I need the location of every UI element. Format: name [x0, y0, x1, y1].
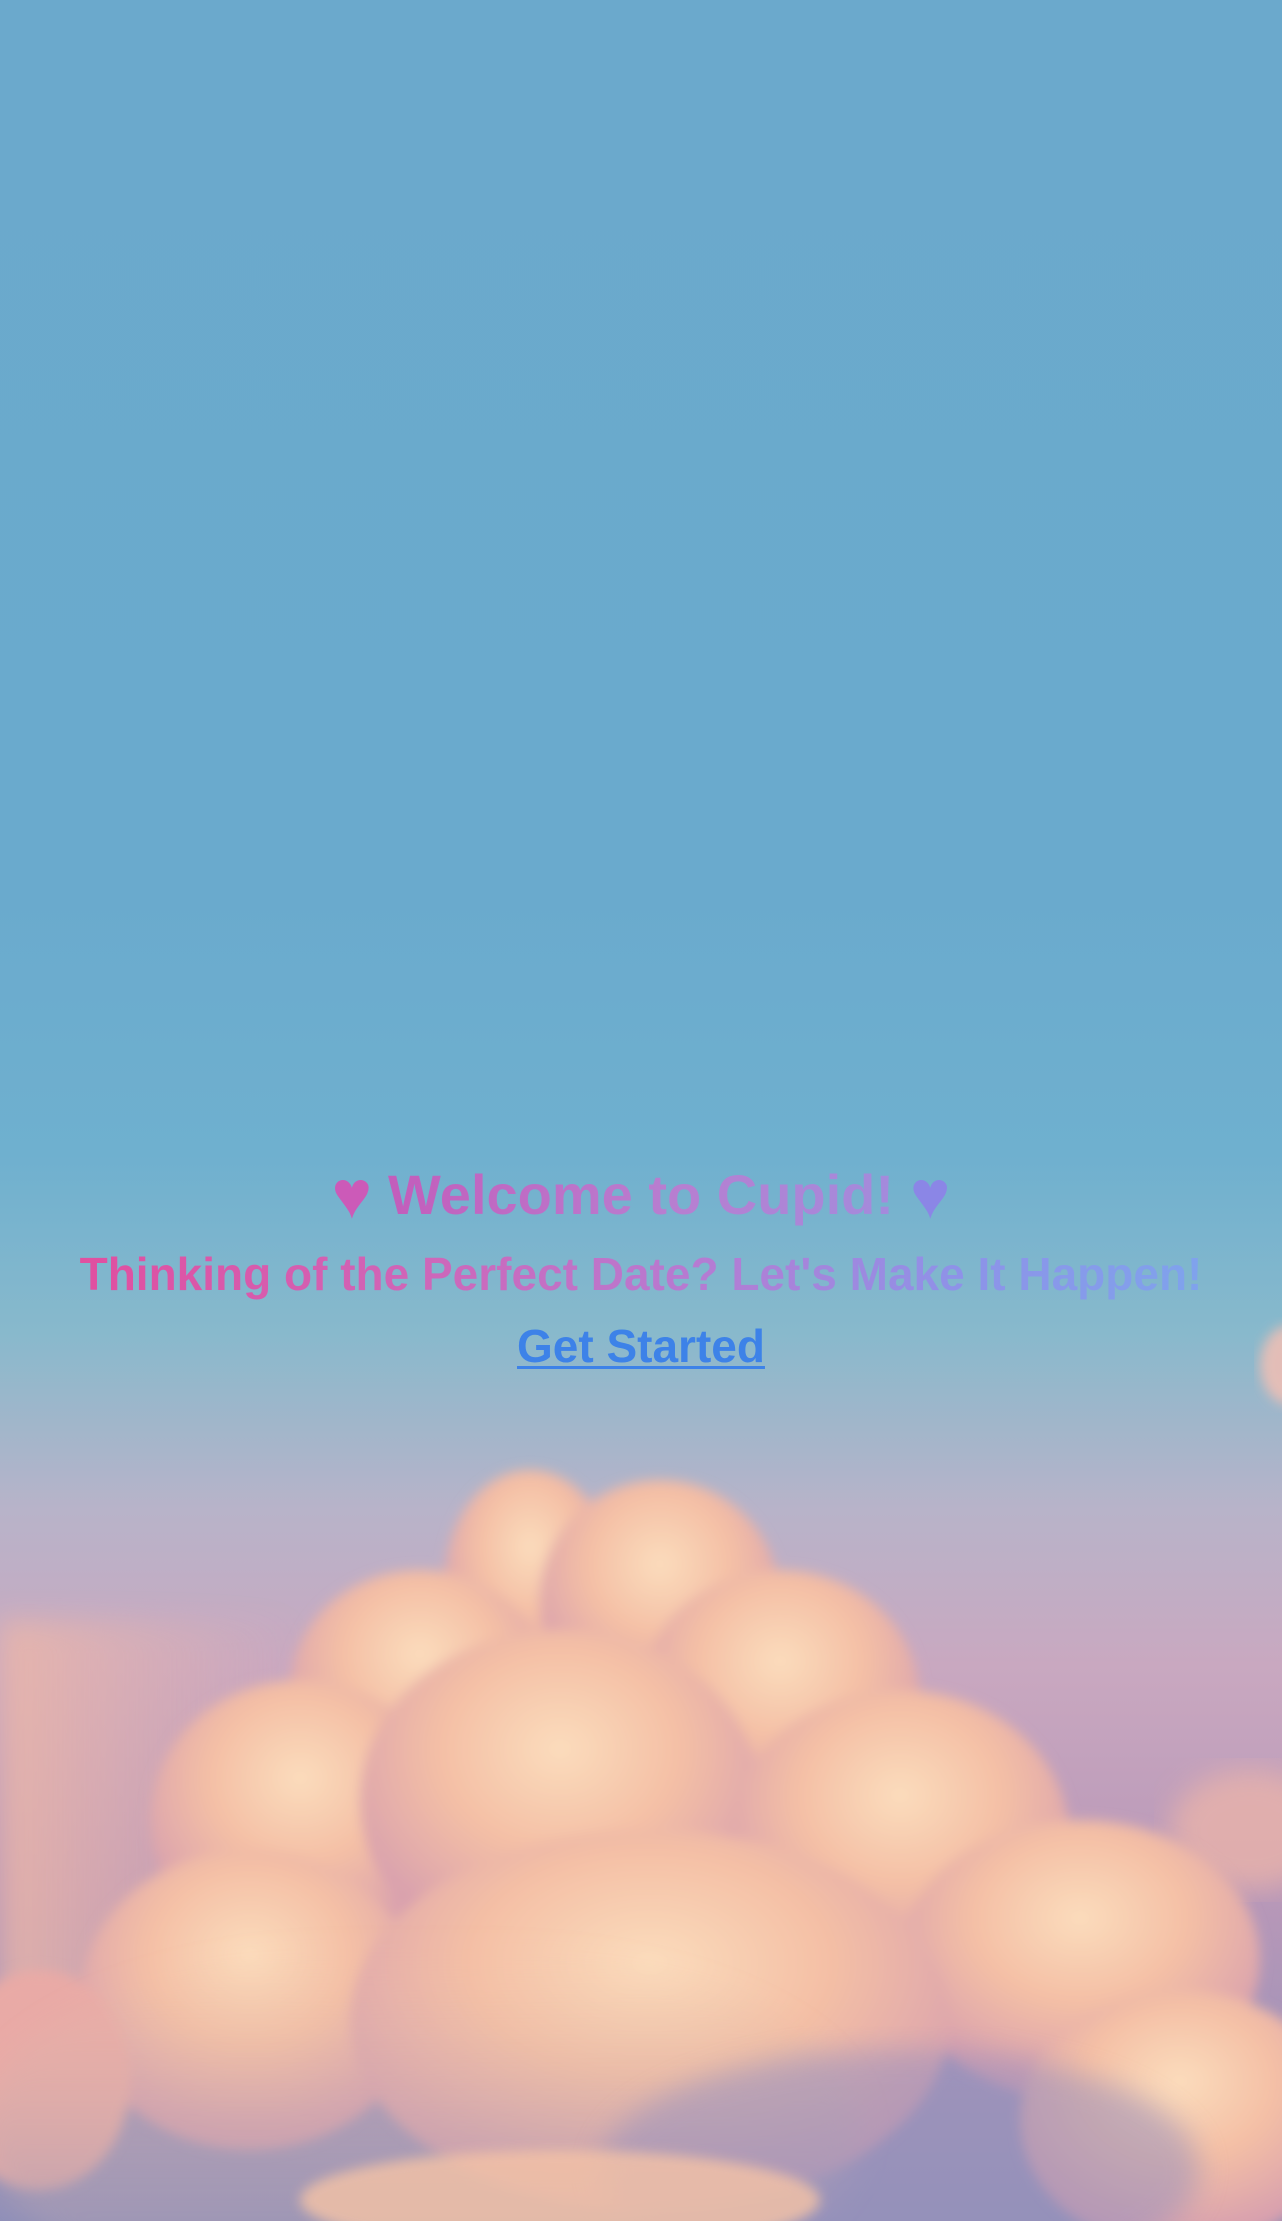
heart-icon-left: ♥ [331, 1157, 372, 1233]
page-title: ♥ Welcome to Cupid! ♥ [332, 1155, 951, 1235]
get-started-link[interactable]: Get Started [517, 1320, 765, 1372]
title-text: Welcome to Cupid! [388, 1155, 894, 1235]
heart-icon-right: ♥ [910, 1157, 951, 1233]
sky-cloud-background [0, 1326, 1282, 2221]
cta-container: Get Started [0, 1311, 1282, 1381]
hero-section: ♥ Welcome to Cupid! ♥ Thinking of the Pe… [0, 1155, 1282, 1381]
tagline: Thinking of the Perfect Date? Let's Make… [80, 1239, 1203, 1309]
